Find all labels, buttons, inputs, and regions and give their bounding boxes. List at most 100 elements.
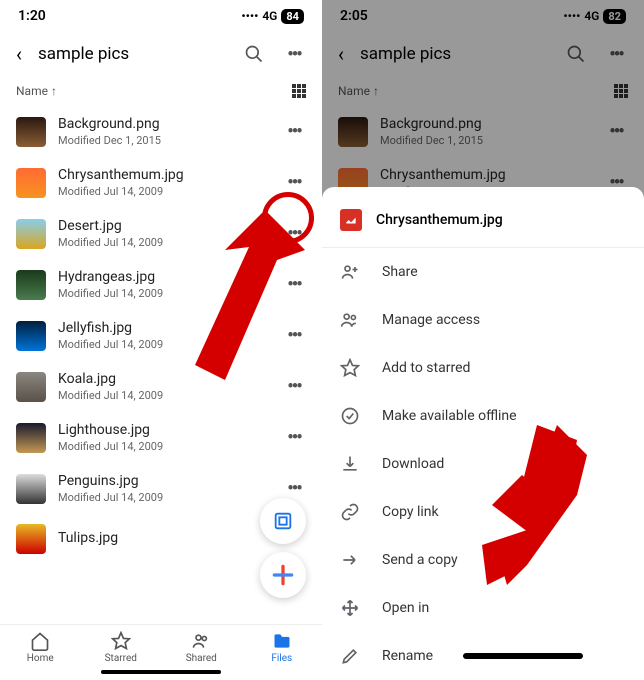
file-more-icon[interactable]: •••: [282, 172, 306, 193]
file-modified: Modified Dec 1, 2015: [58, 134, 270, 147]
people-icon: [340, 310, 360, 330]
thumbnail: [16, 474, 46, 504]
page-title: sample pics: [38, 44, 226, 64]
move-icon: [340, 598, 360, 618]
app-header: ‹ sample pics •••: [322, 32, 644, 76]
menu-manage-access[interactable]: Manage access: [322, 296, 644, 344]
nav-files[interactable]: Files: [242, 631, 323, 664]
menu-label: Add to starred: [382, 360, 470, 376]
screen-right: 2:05 •••• 4G 82 ‹ sample pics ••• Name ↑…: [322, 0, 644, 680]
menu-label: Make available offline: [382, 408, 517, 424]
more-icon[interactable]: •••: [604, 42, 628, 66]
status-right: •••• 4G 84: [241, 9, 304, 24]
nav-label: Home: [27, 653, 54, 664]
thumbnail: [16, 168, 46, 198]
menu-rename[interactable]: Rename: [322, 632, 644, 680]
menu-open-in[interactable]: Open in: [322, 584, 644, 632]
sheet-title: Chrysanthemum.jpg: [376, 212, 503, 228]
thumbnail: [338, 117, 368, 147]
nav-label: Shared: [186, 653, 217, 664]
file-name: Background.png: [380, 116, 592, 132]
sort-label[interactable]: Name ↑: [338, 84, 379, 98]
offline-icon: [340, 406, 360, 426]
sort-bar: Name ↑: [322, 76, 644, 106]
thumbnail: [16, 270, 46, 300]
sort-label[interactable]: Name ↑: [16, 84, 57, 98]
status-time: 1:20: [18, 8, 46, 24]
menu-label: Copy link: [382, 504, 439, 520]
redaction-bar: [463, 653, 583, 659]
file-row[interactable]: Lighthouse.jpg Modified Jul 14, 2009 •••: [0, 412, 322, 463]
thumbnail: [16, 372, 46, 402]
menu-label: Manage access: [382, 312, 480, 328]
back-icon[interactable]: ‹: [338, 42, 344, 66]
status-bar: 2:05 •••• 4G 82: [322, 0, 644, 32]
file-row[interactable]: Background.png Modified Dec 1, 2015 •••: [0, 106, 322, 157]
file-more-icon[interactable]: •••: [604, 121, 628, 142]
person-plus-icon: [340, 262, 360, 282]
file-modified: Modified Jul 14, 2009: [58, 491, 270, 504]
edit-icon: [340, 646, 360, 666]
thumbnail: [16, 321, 46, 351]
file-modified: Modified Jul 14, 2009: [58, 185, 270, 198]
app-header: ‹ sample pics •••: [0, 32, 322, 76]
thumbnail: [16, 117, 46, 147]
back-icon[interactable]: ‹: [16, 42, 22, 66]
more-icon[interactable]: •••: [282, 42, 306, 66]
menu-share[interactable]: Share: [322, 248, 644, 296]
sheet-header: Chrysanthemum.jpg: [322, 199, 644, 247]
annotation-arrow: [165, 210, 305, 380]
thumbnail: [16, 219, 46, 249]
link-icon: [340, 502, 360, 522]
grid-view-icon[interactable]: [614, 84, 628, 98]
status-right: •••• 4G 82: [563, 9, 626, 24]
scan-fab[interactable]: [260, 498, 306, 544]
carrier-label: 4G: [584, 9, 599, 23]
menu-add-starred[interactable]: Add to starred: [322, 344, 644, 392]
sort-bar: Name ↑: [0, 76, 322, 106]
grid-view-icon[interactable]: [292, 84, 306, 98]
menu-label: Open in: [382, 600, 429, 616]
status-bar: 1:20 •••• 4G 84: [0, 0, 322, 32]
send-icon: [340, 550, 360, 570]
nav-shared[interactable]: Shared: [161, 631, 242, 664]
nav-starred[interactable]: Starred: [81, 631, 162, 664]
thumbnail: [16, 423, 46, 453]
nav-label: Starred: [105, 653, 137, 664]
image-icon: [340, 209, 362, 231]
search-icon[interactable]: [564, 42, 588, 66]
file-more-icon[interactable]: •••: [282, 427, 306, 448]
download-icon: [340, 454, 360, 474]
signal-icon: ••••: [241, 9, 258, 23]
nav-home[interactable]: Home: [0, 631, 81, 664]
file-name: Background.png: [58, 116, 270, 132]
page-title: sample pics: [360, 44, 548, 64]
home-indicator: [101, 670, 221, 674]
file-modified: Modified Dec 1, 2015: [380, 134, 592, 147]
annotation-arrow: [437, 425, 587, 585]
carrier-label: 4G: [262, 9, 277, 23]
screen-left: 1:20 •••• 4G 84 ‹ sample pics ••• Name ↑…: [0, 0, 322, 680]
signal-icon: ••••: [563, 9, 580, 23]
file-name: Chrysanthemum.jpg: [380, 167, 592, 183]
nav-label: Files: [271, 653, 292, 664]
star-icon: [340, 358, 360, 378]
add-fab[interactable]: [260, 552, 306, 598]
file-modified: Modified Jul 14, 2009: [58, 389, 270, 402]
file-name: Penguins.jpg: [58, 473, 270, 489]
battery-badge: 84: [281, 9, 304, 24]
status-time: 2:05: [340, 8, 368, 24]
menu-label: Share: [382, 264, 418, 280]
file-name: Chrysanthemum.jpg: [58, 167, 270, 183]
battery-badge: 82: [603, 9, 626, 24]
bottom-nav: Home Starred Shared Files: [0, 624, 322, 666]
file-modified: Modified Jul 14, 2009: [58, 440, 270, 453]
menu-label: Download: [382, 456, 444, 472]
file-more-icon[interactable]: •••: [282, 478, 306, 499]
menu-label: Rename: [382, 648, 433, 664]
thumbnail: [16, 524, 46, 554]
search-icon[interactable]: [242, 42, 266, 66]
file-row[interactable]: Background.png Modified Dec 1, 2015 •••: [322, 106, 644, 157]
file-name: Lighthouse.jpg: [58, 422, 270, 438]
file-more-icon[interactable]: •••: [282, 121, 306, 142]
